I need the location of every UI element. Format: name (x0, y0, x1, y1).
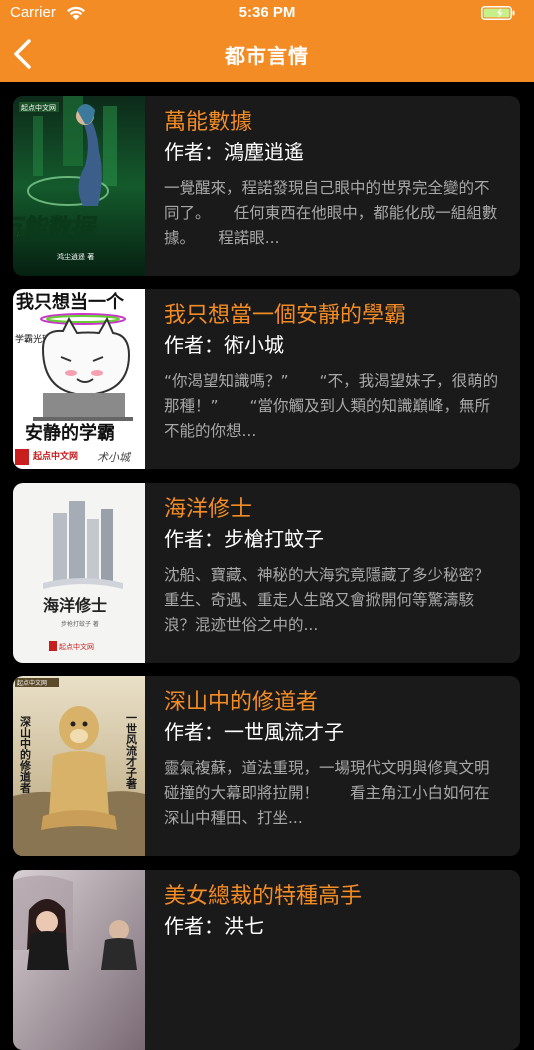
cover-bottom-text: 安静的学霸 (25, 422, 115, 444)
book-author: 作者：步槍打蚊子 (164, 527, 324, 551)
book-cover: 我只想当一个 学霸光环 安静的学霸 起点中文网 术小城 (13, 289, 145, 469)
book-card[interactable]: 起点中文网 万能数据 鸿尘逍遥 著 萬能數據 作者：鴻塵逍遙 一覺醒來，程諾發現… (13, 96, 520, 276)
status-time: 5:36 PM (238, 4, 296, 21)
book-description: 沈船、寶藏、神秘的大海究竟隱藏了多少秘密？重生、奇遇、重走人生路又會掀開何等驚濤… (164, 566, 490, 634)
book-author: 作者：洪七 (164, 914, 264, 938)
cover-right-text: 一世风流才子著 (125, 712, 138, 790)
book-author: 作者：術小城 (164, 333, 284, 357)
book-title: 美女總裁的特種高手 (164, 884, 363, 909)
cover-publisher: 起点中文网 (32, 450, 78, 462)
cover-author: 步枪打蚊子 著 (61, 620, 99, 628)
book-cover: 海洋修士 步枪打蚊子 著 起点中文网 (13, 483, 145, 663)
book-card[interactable]: 我只想当一个 学霸光环 安静的学霸 起点中文网 术小城 我只想當一個安靜的學霸 … (13, 289, 520, 469)
book-cover: 起点中文网 万能数据 鸿尘逍遥 著 (13, 96, 145, 276)
cover-top-text: 我只想当一个 (16, 291, 125, 313)
book-description: 靈氣複蘇，道法重現，一場現代文明與修真文明碰撞的大幕即將拉開！ 看主角江小白如何… (164, 759, 490, 827)
book-title: 海洋修士 (164, 497, 253, 522)
cover-author: 鸿尘逍遥 著 (57, 252, 94, 261)
cover-title-art: 海洋修士 (43, 596, 107, 615)
book-cover (13, 870, 145, 1050)
cover-title-art: 万能数据 (13, 214, 98, 242)
navigation-bar: Carrier 5:36 PM 都市言情 (0, 0, 534, 82)
battery-icon (481, 6, 515, 20)
cover-publisher: 起点中文网 (17, 679, 47, 687)
cover-publisher: 起点中文网 (21, 103, 56, 112)
book-description: “你渴望知識嗎？” “不，我渴望妹子，很萌的那種！” “當你觸及到人類的知識巔峰… (164, 372, 499, 440)
page-title: 都市言情 (225, 44, 309, 68)
cover-publisher: 起点中文网 (59, 642, 94, 651)
book-author: 作者：一世風流才子 (164, 720, 344, 744)
status-bar: Carrier 5:36 PM (0, 0, 534, 28)
cover-signature: 术小城 (97, 451, 132, 464)
book-cover: 起点中文网 深山中的修道者 一世风流才子著 (13, 676, 145, 856)
book-title: 萬能數據 (164, 110, 253, 135)
book-card[interactable]: 海洋修士 步枪打蚊子 著 起点中文网 海洋修士 作者：步槍打蚊子 沈船、寶藏、神… (13, 483, 520, 663)
cover-left-text: 深山中的修道者 (19, 715, 33, 794)
book-title: 我只想當一個安靜的學霸 (164, 303, 407, 328)
book-card[interactable]: 美女總裁的特種高手 作者：洪七 (13, 870, 520, 1050)
book-description: 一覺醒來，程諾發現自己眼中的世界完全變的不同了。 任何東西在他眼中，都能化成一組… (164, 179, 498, 247)
book-card[interactable]: 起点中文网 深山中的修道者 一世风流才子著 深山中的修道者 作者：一世風流才子 … (13, 676, 520, 856)
book-title: 深山中的修道者 (164, 690, 319, 715)
book-author: 作者：鴻塵逍遙 (164, 140, 304, 164)
